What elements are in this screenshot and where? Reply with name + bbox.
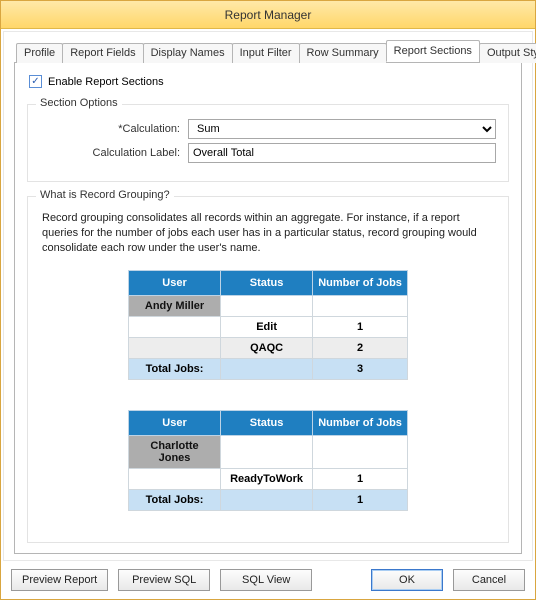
tab-report-fields[interactable]: Report Fields — [62, 43, 143, 63]
record-grouping-group: What is Record Grouping? Record grouping… — [27, 196, 509, 543]
col-status: Status — [221, 270, 313, 295]
tab-row-summary[interactable]: Row Summary — [299, 43, 387, 63]
enable-sections-checkbox[interactable]: ✓ — [29, 75, 42, 88]
empty-cell — [313, 295, 408, 316]
col-user: User — [129, 410, 221, 435]
empty-cell — [313, 435, 408, 468]
tab-output-style[interactable]: Output Style — [479, 43, 536, 63]
tab-display-names[interactable]: Display Names — [143, 43, 233, 63]
calculation-label: *Calculation: — [40, 123, 180, 135]
tab-profile[interactable]: Profile — [16, 43, 63, 63]
col-jobs: Number of Jobs — [313, 410, 408, 435]
total-label-cell: Total Jobs: — [129, 358, 221, 379]
user-cell: Charlotte Jones — [129, 435, 221, 468]
user-cell: Andy Miller — [129, 295, 221, 316]
jobs-cell: 2 — [313, 337, 408, 358]
empty-cell — [129, 337, 221, 358]
enable-sections-label: Enable Report Sections — [48, 76, 164, 88]
calc-label-input[interactable] — [188, 143, 496, 163]
ok-button[interactable]: OK — [371, 569, 443, 591]
calc-label-label: Calculation Label: — [40, 147, 180, 159]
table-row: Edit 1 — [129, 316, 408, 337]
tab-report-sections[interactable]: Report Sections — [386, 40, 480, 62]
dialog-buttons: Preview Report Preview SQL SQL View OK C… — [1, 563, 535, 599]
report-manager-window: Report Manager Profile Report Fields Dis… — [0, 0, 536, 600]
preview-report-button[interactable]: Preview Report — [11, 569, 108, 591]
status-cell: ReadyToWork — [221, 468, 313, 489]
total-value-cell: 3 — [313, 358, 408, 379]
example-table-1: User Status Number of Jobs Andy Miller — [128, 270, 408, 380]
empty-cell — [221, 489, 313, 510]
client-area: Profile Report Fields Display Names Inpu… — [3, 31, 533, 561]
empty-cell — [221, 435, 313, 468]
tab-strip: Profile Report Fields Display Names Inpu… — [14, 40, 522, 62]
enable-sections-row: ✓ Enable Report Sections — [29, 75, 509, 88]
tab-input-filter[interactable]: Input Filter — [232, 43, 300, 63]
table-row-total: Total Jobs: 1 — [129, 489, 408, 510]
table-row: Charlotte Jones — [129, 435, 408, 468]
col-jobs: Number of Jobs — [313, 270, 408, 295]
record-grouping-title: What is Record Grouping? — [36, 189, 174, 201]
calc-label-row: Calculation Label: — [40, 143, 496, 163]
empty-cell — [221, 295, 313, 316]
empty-cell — [221, 358, 313, 379]
calculation-select[interactable]: Sum — [188, 119, 496, 139]
preview-sql-button[interactable]: Preview SQL — [118, 569, 210, 591]
table-row: Andy Miller — [129, 295, 408, 316]
total-label-cell: Total Jobs: — [129, 489, 221, 510]
col-user: User — [129, 270, 221, 295]
empty-cell — [129, 468, 221, 489]
calculation-row: *Calculation: Sum — [40, 119, 496, 139]
window-title: Report Manager — [225, 8, 312, 22]
section-options-group: Section Options *Calculation: Sum Calcul… — [27, 104, 509, 182]
titlebar: Report Manager — [1, 1, 535, 29]
section-options-title: Section Options — [36, 97, 122, 109]
total-value-cell: 1 — [313, 489, 408, 510]
record-grouping-description: Record grouping consolidates all records… — [42, 211, 494, 256]
tab-panel-report-sections: ✓ Enable Report Sections Section Options… — [14, 62, 522, 554]
col-status: Status — [221, 410, 313, 435]
cancel-button[interactable]: Cancel — [453, 569, 525, 591]
table-row: QAQC 2 — [129, 337, 408, 358]
table-row: ReadyToWork 1 — [129, 468, 408, 489]
table-row-total: Total Jobs: 3 — [129, 358, 408, 379]
jobs-cell: 1 — [313, 316, 408, 337]
example-tables: User Status Number of Jobs Andy Miller — [40, 266, 496, 515]
sql-view-button[interactable]: SQL View — [220, 569, 312, 591]
jobs-cell: 1 — [313, 468, 408, 489]
status-cell: Edit — [221, 316, 313, 337]
status-cell: QAQC — [221, 337, 313, 358]
example-table-2: User Status Number of Jobs Charlotte Jon… — [128, 410, 408, 511]
empty-cell — [129, 316, 221, 337]
